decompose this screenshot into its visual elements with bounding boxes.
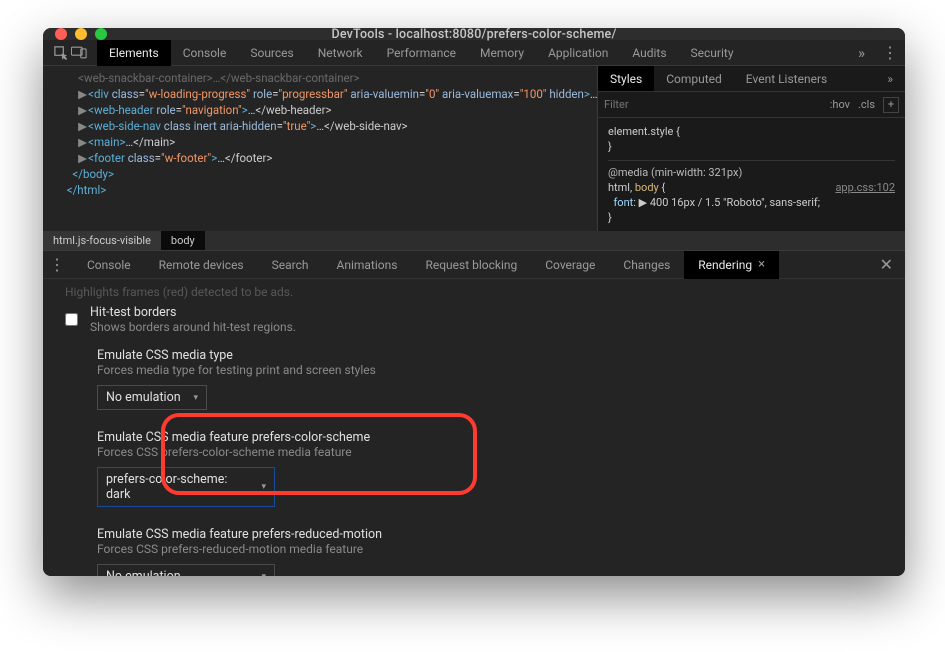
zoom-icon[interactable] [95,28,107,40]
drawer-tab-remote-devices[interactable]: Remote devices [145,251,258,279]
styles-overflow-icon[interactable]: » [875,66,905,91]
breadcrumb: html.js-focus-visible body [43,231,905,250]
drawer-tab-search[interactable]: Search [258,251,323,279]
tab-application[interactable]: Application [536,40,620,66]
devtools-window: DevTools - localhost:8080/prefers-color-… [43,28,905,576]
chevron-down-icon: ▾ [193,393,198,403]
rendering-panel: Highlights frames (red) detected to be a… [43,279,905,576]
style-rules[interactable]: element.style {} @media (min-width: 321p… [598,118,905,231]
tab-network[interactable]: Network [306,40,375,66]
tab-elements[interactable]: Elements [97,40,171,66]
reduced-motion-label: Emulate CSS media feature prefers-reduce… [97,527,885,542]
drawer-tab-rendering[interactable]: Rendering× [684,251,779,279]
tab-sources[interactable]: Sources [238,40,305,66]
drawer-menu-icon[interactable]: ⋮ [43,255,71,274]
tabs-overflow-icon[interactable]: » [848,44,875,62]
drawer-tab-request-blocking[interactable]: Request blocking [411,251,531,279]
tab-console[interactable]: Console [171,40,239,66]
tab-memory[interactable]: Memory [468,40,536,66]
hov-toggle[interactable]: :hov [830,98,850,111]
color-scheme-label: Emulate CSS media feature prefers-color-… [97,430,885,445]
source-link[interactable]: app.css:102 [835,180,895,195]
styles-tab-styles[interactable]: Styles [598,66,654,91]
cls-toggle[interactable]: .cls [858,98,875,111]
drawer-tab-animations[interactable]: Animations [323,251,412,279]
traffic-lights [43,28,107,40]
tab-security[interactable]: Security [679,40,746,66]
truncated-text: Highlights frames (red) detected to be a… [65,285,885,299]
media-type-label: Emulate CSS media type [97,348,885,363]
minimize-icon[interactable] [75,28,87,40]
drawer-tab-console[interactable]: Console [73,251,145,279]
tab-close-icon[interactable]: × [758,258,765,271]
kebab-menu-icon[interactable]: ⋮ [875,43,905,62]
close-icon[interactable] [55,28,67,40]
chevron-down-icon: ▾ [261,482,266,492]
inspect-icon[interactable] [53,45,68,60]
styles-tab-computed[interactable]: Computed [654,66,734,91]
main-toolbar: ElementsConsoleSourcesNetworkPerformance… [43,40,905,66]
media-type-select[interactable]: No emulation▾ [97,385,207,410]
styles-tabs: StylesComputedEvent Listeners » [598,66,905,92]
drawer-tab-changes[interactable]: Changes [609,251,684,279]
new-style-rule-icon[interactable]: + [883,97,899,113]
hit-test-checkbox[interactable] [65,313,78,326]
main-tabs: ElementsConsoleSourcesNetworkPerformance… [97,40,746,66]
rule-element-style[interactable]: element.style {} [608,124,895,154]
device-toggle-icon[interactable] [71,45,87,60]
reduced-motion-select[interactable]: No emulation▾ [97,564,275,576]
window-title: DevTools - localhost:8080/prefers-color-… [43,28,905,42]
styles-pane: StylesComputedEvent Listeners » :hov .cls… [597,66,905,231]
styles-filter-input[interactable] [604,98,822,111]
styles-tab-event-listeners[interactable]: Event Listeners [734,66,839,91]
elements-tree[interactable]: <web-snackbar-container>…</web-snackbar-… [43,66,597,231]
drawer: ⋮ ConsoleRemote devicesSearchAnimationsR… [43,250,905,576]
color-scheme-select[interactable]: prefers-color-scheme: dark▾ [97,467,275,507]
crumb-html[interactable]: html.js-focus-visible [43,231,161,250]
styles-filter-bar: :hov .cls + [598,92,905,118]
drawer-tabs: ⋮ ConsoleRemote devicesSearchAnimationsR… [43,251,905,279]
drawer-tab-coverage[interactable]: Coverage [531,251,609,279]
chevron-down-icon: ▾ [261,572,266,577]
titlebar: DevTools - localhost:8080/prefers-color-… [43,28,905,40]
crumb-body[interactable]: body [161,231,205,250]
hit-test-label: Hit-test borders [90,305,296,320]
tab-audits[interactable]: Audits [620,40,678,66]
drawer-close-icon[interactable]: ✕ [868,255,905,274]
tab-performance[interactable]: Performance [375,40,468,66]
